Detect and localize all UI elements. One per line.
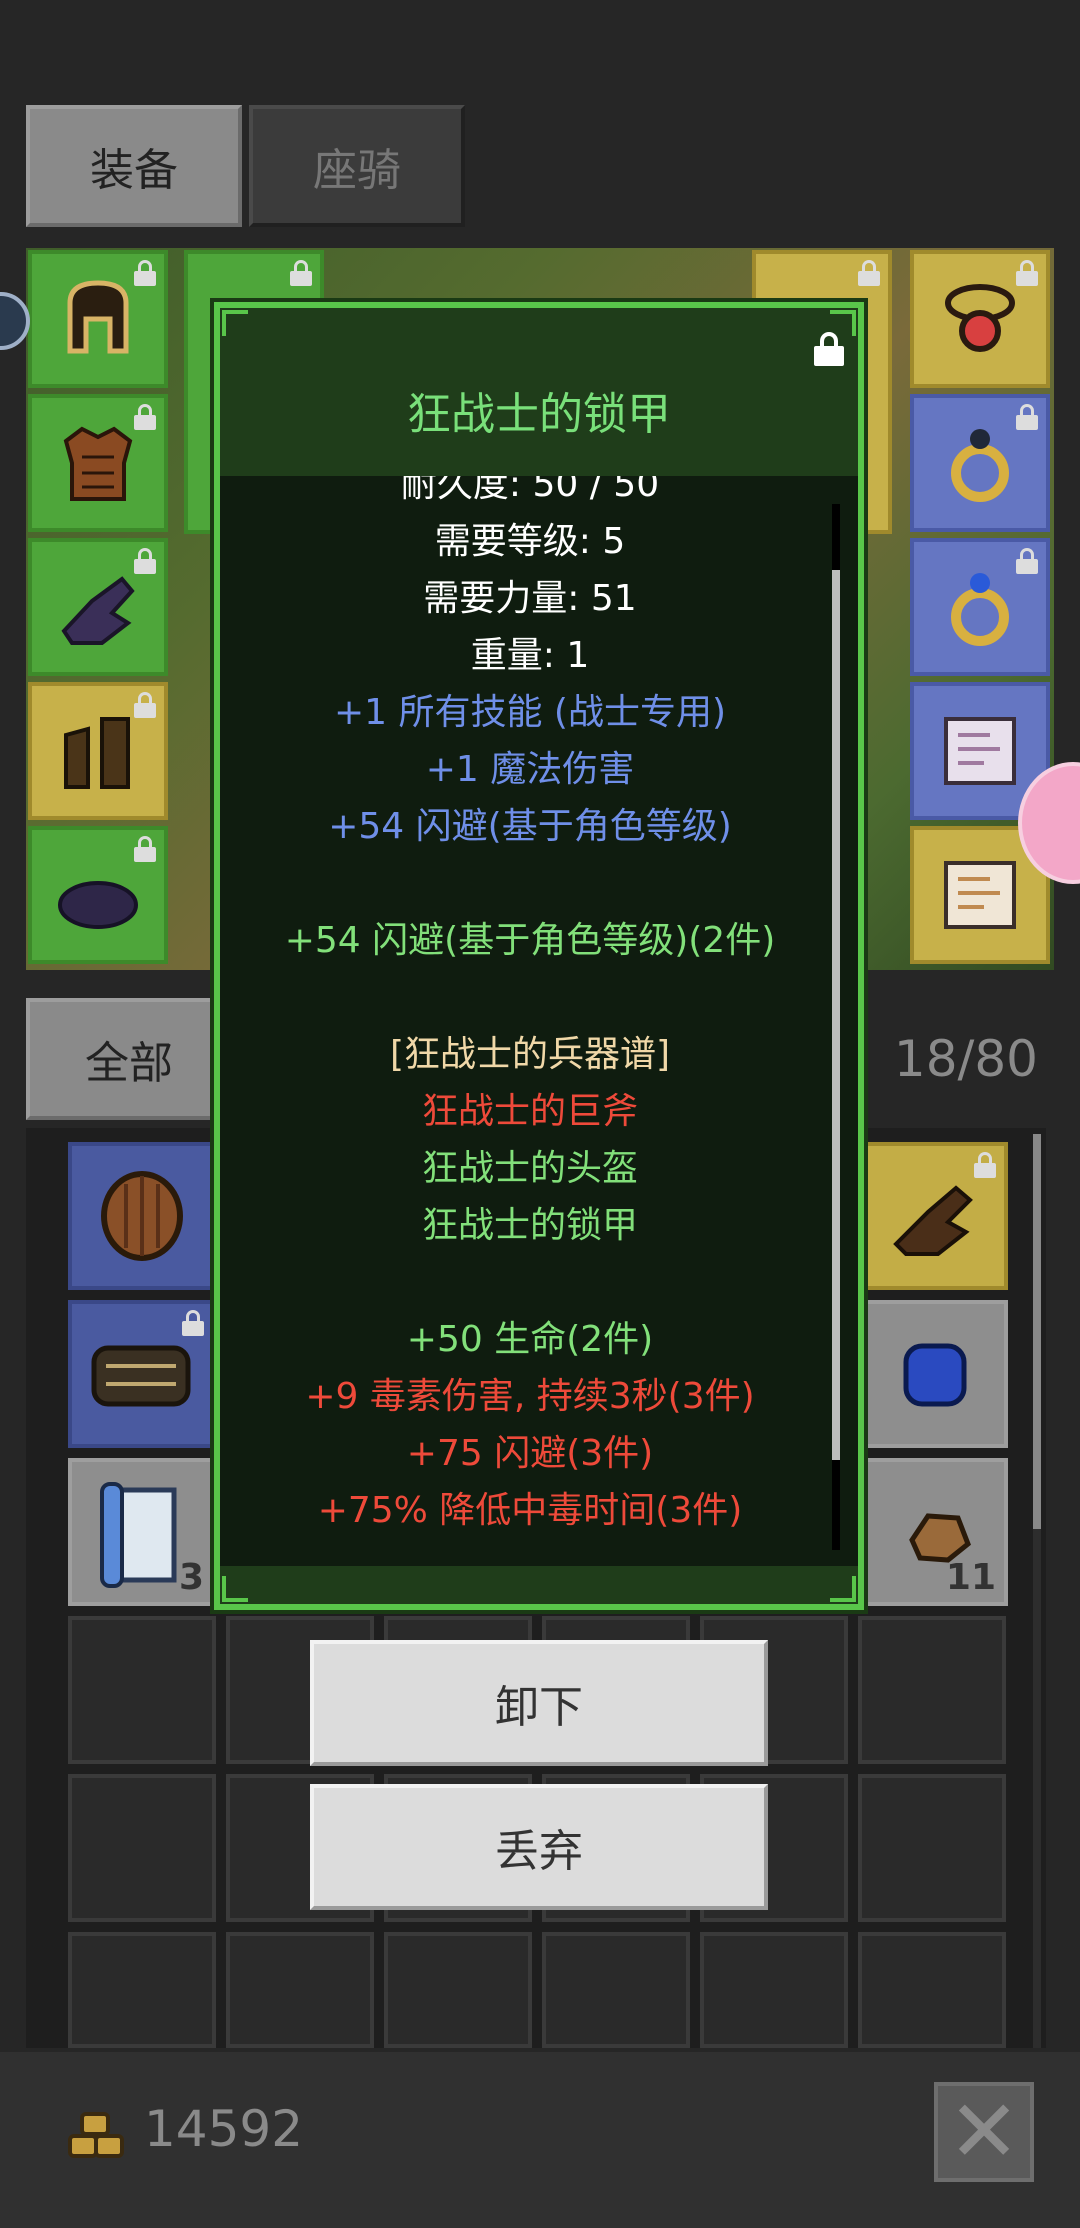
bag-icon (91, 1345, 191, 1407)
close-icon: ✕ (947, 2082, 1021, 2182)
stat-line: 狂战士的头盔 (421, 1148, 638, 1189)
inventory-slot[interactable] (858, 1774, 1006, 1922)
scroll-icon (944, 717, 1016, 785)
lock-icon (1016, 548, 1038, 574)
ring-icon (951, 429, 1009, 502)
stat-line: +1 魔法伤害 (425, 749, 635, 790)
inventory-slot[interactable] (68, 1142, 216, 1290)
inventory-slot[interactable] (858, 1616, 1006, 1764)
helmet-icon (67, 280, 129, 354)
corner-ornament (222, 310, 248, 336)
boots-icon (64, 717, 130, 789)
stat-line: 重量: 1 (470, 635, 590, 676)
inventory-slot[interactable] (384, 1932, 532, 2048)
inventory-slot[interactable] (860, 1142, 1008, 1290)
lock-icon (134, 548, 156, 574)
corner-ornament (222, 1576, 248, 1602)
tab-equipment[interactable]: 装备 (26, 105, 242, 227)
cape-slot[interactable] (28, 826, 168, 964)
inventory-slot[interactable] (68, 1774, 216, 1922)
inventory-slot[interactable] (860, 1300, 1008, 1448)
inventory-scroll-thumb[interactable] (1033, 1134, 1041, 1529)
close-button[interactable]: ✕ (934, 2082, 1034, 2182)
gold-amount: 14592 (144, 2100, 304, 2158)
lock-icon (182, 1310, 204, 1336)
inventory-slot[interactable] (226, 1932, 374, 2048)
stat-line: 需要力量: 51 (423, 578, 637, 619)
filter-all-tab[interactable]: 全部 (26, 998, 232, 1120)
chest-armor-icon (63, 426, 133, 501)
ring-icon (951, 573, 1009, 646)
discard-button[interactable]: 丢弃 (310, 1784, 768, 1910)
gloves-icon (61, 576, 135, 645)
inventory-slot[interactable]: 11 (860, 1458, 1008, 1606)
inventory-slot[interactable] (68, 1300, 216, 1448)
stat-spacer (230, 969, 830, 1026)
lock-icon (134, 260, 156, 286)
inventory-slot[interactable]: 3 (68, 1458, 216, 1606)
corner-ornament (830, 1576, 856, 1602)
inventory-slot[interactable] (68, 1616, 216, 1764)
helmet-slot[interactable] (28, 250, 168, 388)
gloves-icon (893, 1185, 973, 1256)
corner-ornament (830, 310, 856, 336)
unequip-button[interactable]: 卸下 (310, 1640, 768, 1766)
item-tooltip: 狂战士的锁甲 耐久度: 50 / 50 需要等级: 5 需要力量: 51 重量: 1 +… (210, 298, 868, 1614)
gloves-slot[interactable] (28, 538, 168, 676)
inventory-slot[interactable] (542, 1932, 690, 2048)
scroll-icon (944, 861, 1016, 929)
stat-line: 狂战士的锁甲 (421, 1205, 638, 1246)
lock-icon (290, 260, 312, 286)
lock-icon (858, 260, 880, 286)
tooltip-body[interactable]: 耐久度: 50 / 50 需要等级: 5 需要力量: 51 重量: 1 +1 所有技能 … (230, 476, 830, 1556)
stat-line: +50 生命(2件) (406, 1319, 654, 1360)
cape-icon (58, 881, 138, 929)
item-title: 狂战士的锁甲 (407, 389, 671, 440)
tooltip-footer (220, 1566, 858, 1604)
stat-line: 狂战士的巨斧 (421, 1091, 638, 1132)
amulet-icon (945, 284, 1015, 352)
stat-spacer (230, 855, 830, 912)
stat-line: 耐久度: 50 / 50 (400, 476, 660, 505)
stat-line: +9 毒素伤害, 持续3秒(3件) (305, 1376, 755, 1417)
scroll-icon (100, 1482, 177, 1588)
ring-slot-2[interactable] (910, 538, 1050, 676)
stat-spacer (230, 1254, 830, 1311)
stat-line: +75% 降低中毒时间(3件) (317, 1490, 743, 1531)
stat-line: +75 闪避(3件) (406, 1433, 654, 1474)
stat-line: +54 闪避(基于角色等级)(2件) (284, 920, 776, 961)
inventory-slot[interactable] (68, 1932, 216, 2048)
gold-coins-icon (68, 2112, 124, 2158)
stat-line: 需要等级: 5 (434, 521, 626, 562)
inventory-slot[interactable] (700, 1932, 848, 2048)
lock-icon (134, 836, 156, 862)
boots-slot[interactable] (28, 682, 168, 820)
gem-icon (903, 1343, 967, 1407)
inventory-capacity: 18/80 (893, 1030, 1038, 1088)
tab-mount[interactable]: 座骑 (249, 105, 465, 227)
lock-icon (1016, 260, 1038, 286)
stat-line: [狂战士的兵器谱] (389, 1034, 671, 1075)
stat-line: +54 闪避(基于角色等级) (328, 806, 732, 847)
ring-slot-1[interactable] (910, 394, 1050, 532)
stat-list: 耐久度: 50 / 50 需要等级: 5 需要力量: 51 重量: 1 +1 所有技能 … (230, 476, 830, 1539)
stat-line: +1 所有技能 (战士专用) (333, 692, 727, 733)
lock-icon (974, 1152, 996, 1178)
lock-icon (1016, 404, 1038, 430)
tooltip-scroll-thumb[interactable] (832, 570, 840, 1460)
item-count: 11 (945, 1557, 996, 1598)
lock-icon[interactable] (814, 332, 844, 366)
amulet-slot[interactable] (910, 250, 1050, 388)
shield-icon (101, 1171, 183, 1261)
armor-slot[interactable] (28, 394, 168, 532)
lock-icon (134, 404, 156, 430)
item-count: 3 (178, 1557, 204, 1598)
lock-icon (134, 692, 156, 718)
inventory-slot[interactable] (858, 1932, 1006, 2048)
